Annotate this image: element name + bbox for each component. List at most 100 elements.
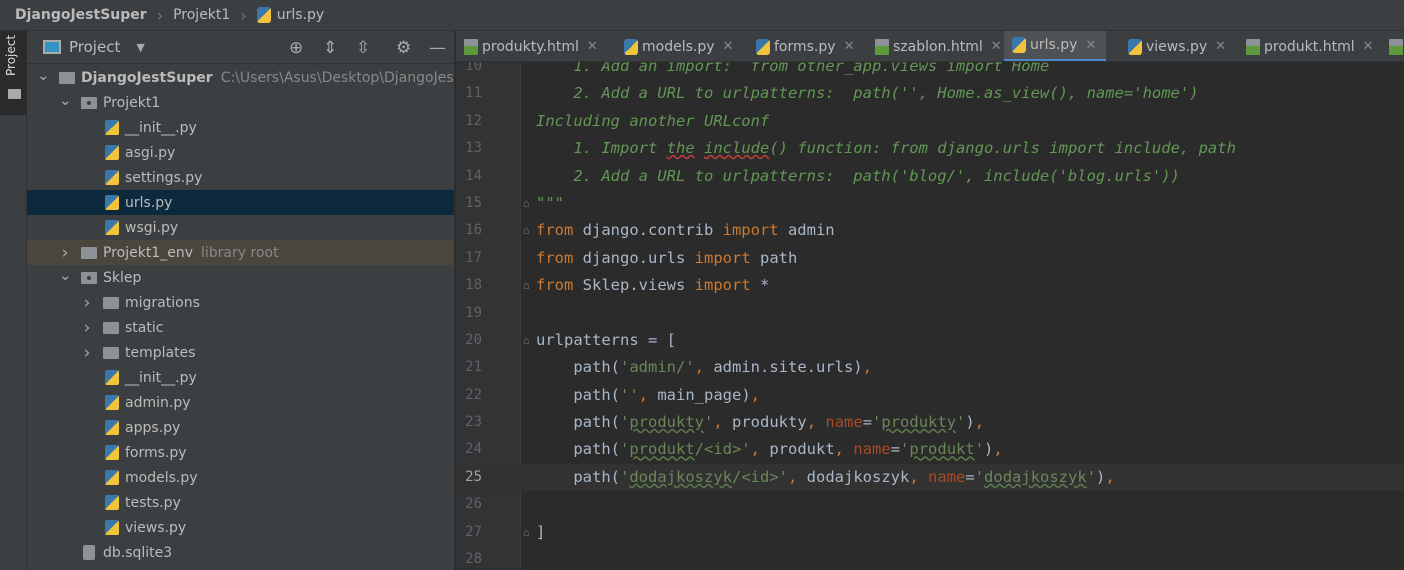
gear-icon[interactable]: ⚙ [396, 38, 411, 58]
tab-models-py[interactable]: models.py ✕ [616, 31, 743, 61]
project-view-title[interactable]: Project [69, 38, 120, 56]
tab-views-py[interactable]: views.py ✕ [1120, 31, 1236, 61]
code-token: import [694, 276, 751, 295]
close-icon[interactable]: ✕ [991, 39, 1002, 54]
tree-item[interactable]: admin.py [27, 390, 454, 415]
tab-produkty-html[interactable]: produkty.html ✕ [456, 31, 608, 61]
python-file-icon [102, 494, 119, 510]
close-icon[interactable]: ✕ [587, 39, 598, 54]
fold-marker-icon[interactable]: ⌂ [523, 327, 530, 354]
code-line: 24 path('produkt/<id>', produkt, name='p… [456, 436, 1404, 463]
breadcrumb-folder[interactable]: Projekt1 [173, 7, 230, 23]
chevron-right-icon[interactable]: › [81, 343, 93, 363]
breadcrumb-project[interactable]: DjangoJestSuper [15, 7, 147, 23]
code-token: from [536, 248, 574, 267]
code-token: ' [956, 413, 966, 432]
chevron-right-icon[interactable]: › [81, 293, 93, 313]
line-number: 17 [465, 249, 482, 266]
close-icon[interactable]: ✕ [1363, 39, 1374, 54]
minimize-icon[interactable]: — [429, 38, 446, 58]
tree-item[interactable]: ⌄ Sklep [27, 265, 454, 290]
tree-item[interactable]: db.sqlite3 [27, 540, 454, 565]
code-token: main_page) [648, 385, 751, 404]
code-token: , [713, 413, 723, 432]
chevron-down-icon[interactable]: ⌄ [37, 66, 50, 84]
tree-item[interactable]: urls.py [27, 190, 454, 215]
breadcrumb-file[interactable]: urls.py [277, 7, 324, 23]
tree-item-label: __init__.py [125, 120, 197, 136]
tree-item-name: forms.py [125, 444, 187, 461]
tab-szablon-html[interactable]: szablon.html ✕ [867, 31, 1012, 61]
tree-item[interactable]: apps.py [27, 415, 454, 440]
tab-produkt-html[interactable]: produkt.html ✕ [1238, 31, 1384, 61]
code-token: ' [620, 467, 630, 486]
tree-item[interactable]: wsgi.py [27, 215, 454, 240]
tab-forms-py[interactable]: forms.py ✕ [748, 31, 864, 61]
code-token: """ [536, 193, 564, 212]
tree-item-name: asgi.py [125, 144, 176, 161]
tree-item-name: wsgi.py [125, 219, 179, 236]
code-token: produkty [629, 413, 704, 432]
line-number: 14 [465, 167, 482, 184]
tab-label: urls.py [1030, 37, 1078, 53]
code-text: from django.urls import path [536, 245, 797, 272]
expand-all-icon[interactable]: ⇕ [323, 38, 337, 58]
code-text: 1. Import the include() function: from d… [536, 135, 1236, 162]
close-icon[interactable]: ✕ [1215, 39, 1226, 54]
tree-item[interactable]: tests.py [27, 490, 454, 515]
tab-label: views.py [1146, 38, 1208, 55]
collapse-all-icon[interactable]: ⇳ [356, 38, 370, 58]
code-text: ] [536, 519, 545, 546]
code-text: path('dodajkoszyk/<id>', dodajkoszyk, na… [536, 464, 1114, 491]
code-token: path( [536, 440, 620, 459]
fold-marker-icon[interactable]: ⌂ [523, 272, 530, 299]
chevron-down-icon[interactable]: ▼ [136, 41, 144, 54]
tree-item[interactable]: forms.py [27, 440, 454, 465]
tree-item[interactable]: __init__.py [27, 115, 454, 140]
package-icon [81, 272, 97, 284]
tree-item[interactable]: asgi.py [27, 140, 454, 165]
tree-item[interactable]: › Projekt1_env library root [27, 240, 454, 265]
chevron-right-icon[interactable]: › [81, 318, 93, 338]
fold-marker-icon[interactable]: ⌂ [523, 190, 530, 217]
locate-icon[interactable]: ⊕ [289, 38, 303, 58]
code-line: 26 [456, 491, 1404, 518]
tree-item[interactable]: › templates [27, 340, 454, 365]
code-token: * [750, 276, 770, 295]
tree-item[interactable]: ⌄ DjangoJestSuper C:\Users\Asus\Desktop\Dj… [27, 65, 454, 90]
close-icon[interactable]: ✕ [723, 39, 734, 54]
tree-item[interactable]: models.py [27, 465, 454, 490]
fold-marker-icon[interactable]: ⌂ [523, 217, 530, 244]
code-token: path [750, 248, 798, 267]
code-token: admin.site.urls) [704, 358, 863, 377]
chevron-down-icon[interactable]: ⌄ [59, 91, 72, 109]
tree-item[interactable]: ⌄ Projekt1 [27, 90, 454, 115]
close-icon[interactable]: ✕ [844, 39, 855, 54]
python-file-icon [102, 144, 119, 160]
tab-more[interactable] [1381, 31, 1404, 61]
tree-item[interactable]: views.py [27, 515, 454, 540]
chevron-right-icon[interactable]: › [59, 243, 71, 263]
html-file-icon [464, 38, 478, 55]
code-text: path('produkt/<id>', produkt, name='prod… [536, 436, 1002, 463]
code-token: the [666, 139, 695, 158]
project-tool-button[interactable]: Project [0, 31, 27, 115]
code-token: dodajkoszyk [629, 467, 732, 486]
tab-urls-py[interactable]: urls.py ✕ [1004, 31, 1107, 61]
code-editor[interactable]: 10 1. Add an import: from other_app.view… [456, 62, 1404, 570]
code-token: ' [620, 413, 630, 432]
tree-item[interactable]: › static [27, 315, 454, 340]
close-icon[interactable]: ✕ [1085, 38, 1096, 53]
code-token: from [536, 276, 574, 295]
code-token: , [750, 385, 761, 404]
code-token: produkty [722, 413, 807, 432]
tree-item[interactable]: › migrations [27, 290, 454, 315]
fold-marker-icon[interactable]: ⌂ [523, 519, 530, 546]
tree-item[interactable]: __init__.py [27, 365, 454, 390]
package-icon [81, 97, 97, 109]
code-text: path('admin/', admin.site.urls), [536, 354, 872, 381]
code-token: , [834, 440, 845, 459]
tree-item[interactable]: settings.py [27, 165, 454, 190]
chevron-down-icon[interactable]: ⌄ [59, 266, 72, 284]
tree-item-name: apps.py [125, 419, 181, 436]
